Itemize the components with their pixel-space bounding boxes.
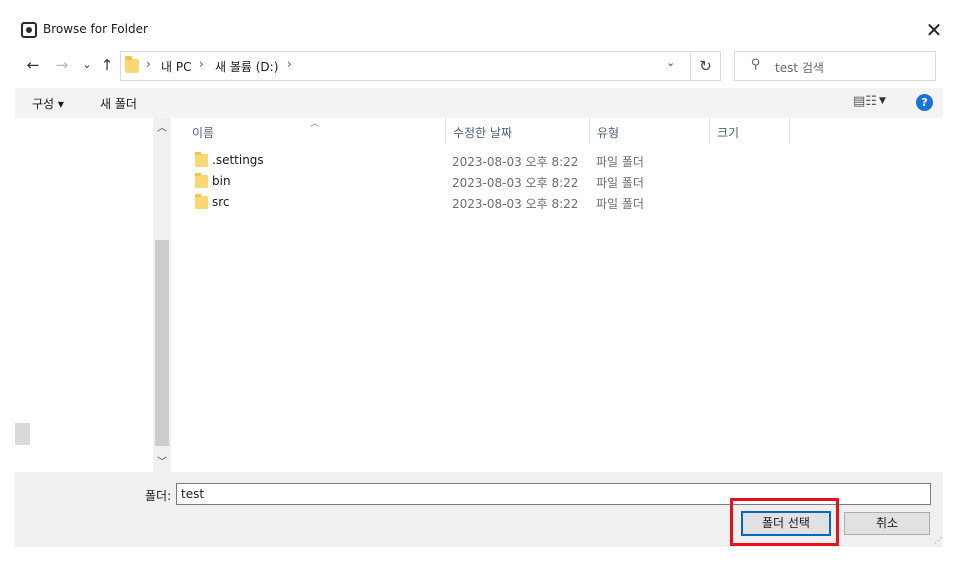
file-name: bin: [212, 174, 231, 188]
scroll-down-icon[interactable]: ﹀: [153, 454, 171, 472]
help-icon[interactable]: ?: [916, 94, 933, 111]
resize-grip-icon[interactable]: ⋰: [934, 536, 942, 545]
folder-icon: [195, 152, 208, 167]
select-folder-button[interactable]: 폴더 선택: [741, 511, 831, 536]
search-icon: ⚲: [751, 57, 761, 72]
chevron-down-icon[interactable]: ⌄: [666, 56, 675, 69]
new-folder-button[interactable]: 새 폴더: [100, 95, 137, 112]
breadcrumb-separator[interactable]: ›: [199, 57, 204, 71]
file-type: 파일 폴더: [596, 176, 644, 190]
folder-icon: [195, 173, 208, 188]
file-modified: 2023-08-03 오후 8:22: [452, 197, 579, 211]
view-options-icon[interactable]: ▤☷: [853, 94, 877, 109]
folder-label: 폴더:: [145, 489, 172, 503]
scroll-up-icon[interactable]: ︿: [153, 120, 171, 138]
close-icon[interactable]: ✕: [922, 18, 946, 42]
view-caret-icon[interactable]: ▼: [879, 96, 886, 106]
breadcrumb-separator[interactable]: ›: [146, 57, 151, 71]
window-title: Browse for Folder: [43, 22, 148, 36]
file-modified: 2023-08-03 오후 8:22: [452, 176, 579, 190]
cancel-button[interactable]: 취소: [844, 512, 930, 535]
folder-icon: [195, 194, 208, 209]
column-header-modified[interactable]: 수정한 날짜: [446, 118, 590, 144]
back-arrow-icon[interactable]: ←: [22, 54, 44, 76]
file-name: src: [212, 195, 230, 209]
file-name: .settings: [212, 153, 264, 167]
forward-arrow-icon[interactable]: →: [51, 54, 73, 76]
column-header-size[interactable]: 크기: [710, 118, 790, 144]
search-placeholder: test 검색: [775, 61, 824, 75]
file-type: 파일 폴더: [596, 197, 644, 211]
search-input[interactable]: ⚲ test 검색: [734, 51, 936, 81]
address-bar[interactable]: › 내 PC › 새 볼륨 (D:) › ⌄: [120, 51, 691, 81]
column-header-label: 이름: [192, 126, 215, 140]
column-header-type[interactable]: 유형: [590, 118, 710, 144]
file-row[interactable]: bin 2023-08-03 오후 8:22 파일 폴더: [171, 171, 943, 192]
column-header-name[interactable]: 이름 ︿: [185, 118, 446, 144]
refresh-icon[interactable]: ↻: [691, 51, 721, 81]
navigation-pane[interactable]: ︿ ﹀: [15, 118, 171, 472]
navigation-pane-scrollbar-stub[interactable]: [15, 423, 30, 445]
command-toolbar: 구성 ▾ 새 폴더 ▤☷ ▼ ?: [15, 88, 943, 118]
file-row[interactable]: .settings 2023-08-03 오후 8:22 파일 폴더: [171, 150, 943, 171]
file-modified: 2023-08-03 오후 8:22: [452, 155, 579, 169]
navigation-bar: ← → ⌄ ↑ › 내 PC › 새 볼륨 (D:) › ⌄ ↻ ⚲ test …: [0, 46, 959, 86]
breadcrumb-this-pc[interactable]: 내 PC: [161, 58, 191, 75]
breadcrumb-separator[interactable]: ›: [287, 57, 292, 71]
file-list[interactable]: 이름 ︿ 수정한 날짜 유형 크기 .settings 2023-08-03 오…: [171, 118, 943, 472]
app-icon: [21, 22, 37, 38]
dialog-footer: 폴더: 폴더 선택 취소 ⋰: [15, 472, 943, 547]
folder-icon: [125, 56, 139, 73]
recent-locations-icon[interactable]: ⌄: [76, 54, 98, 76]
up-arrow-icon[interactable]: ↑: [96, 54, 118, 76]
file-type: 파일 폴더: [596, 155, 644, 169]
organize-button[interactable]: 구성 ▾: [32, 95, 64, 112]
sort-ascending-icon: ︿: [310, 119, 320, 129]
file-row[interactable]: src 2023-08-03 오후 8:22 파일 폴더: [171, 192, 943, 213]
scrollbar-thumb[interactable]: [155, 240, 169, 446]
title-bar: Browse for Folder ✕: [0, 0, 959, 44]
vertical-scrollbar[interactable]: ︿ ﹀: [153, 118, 171, 472]
breadcrumb-drive-d[interactable]: 새 볼륨 (D:): [215, 58, 278, 75]
